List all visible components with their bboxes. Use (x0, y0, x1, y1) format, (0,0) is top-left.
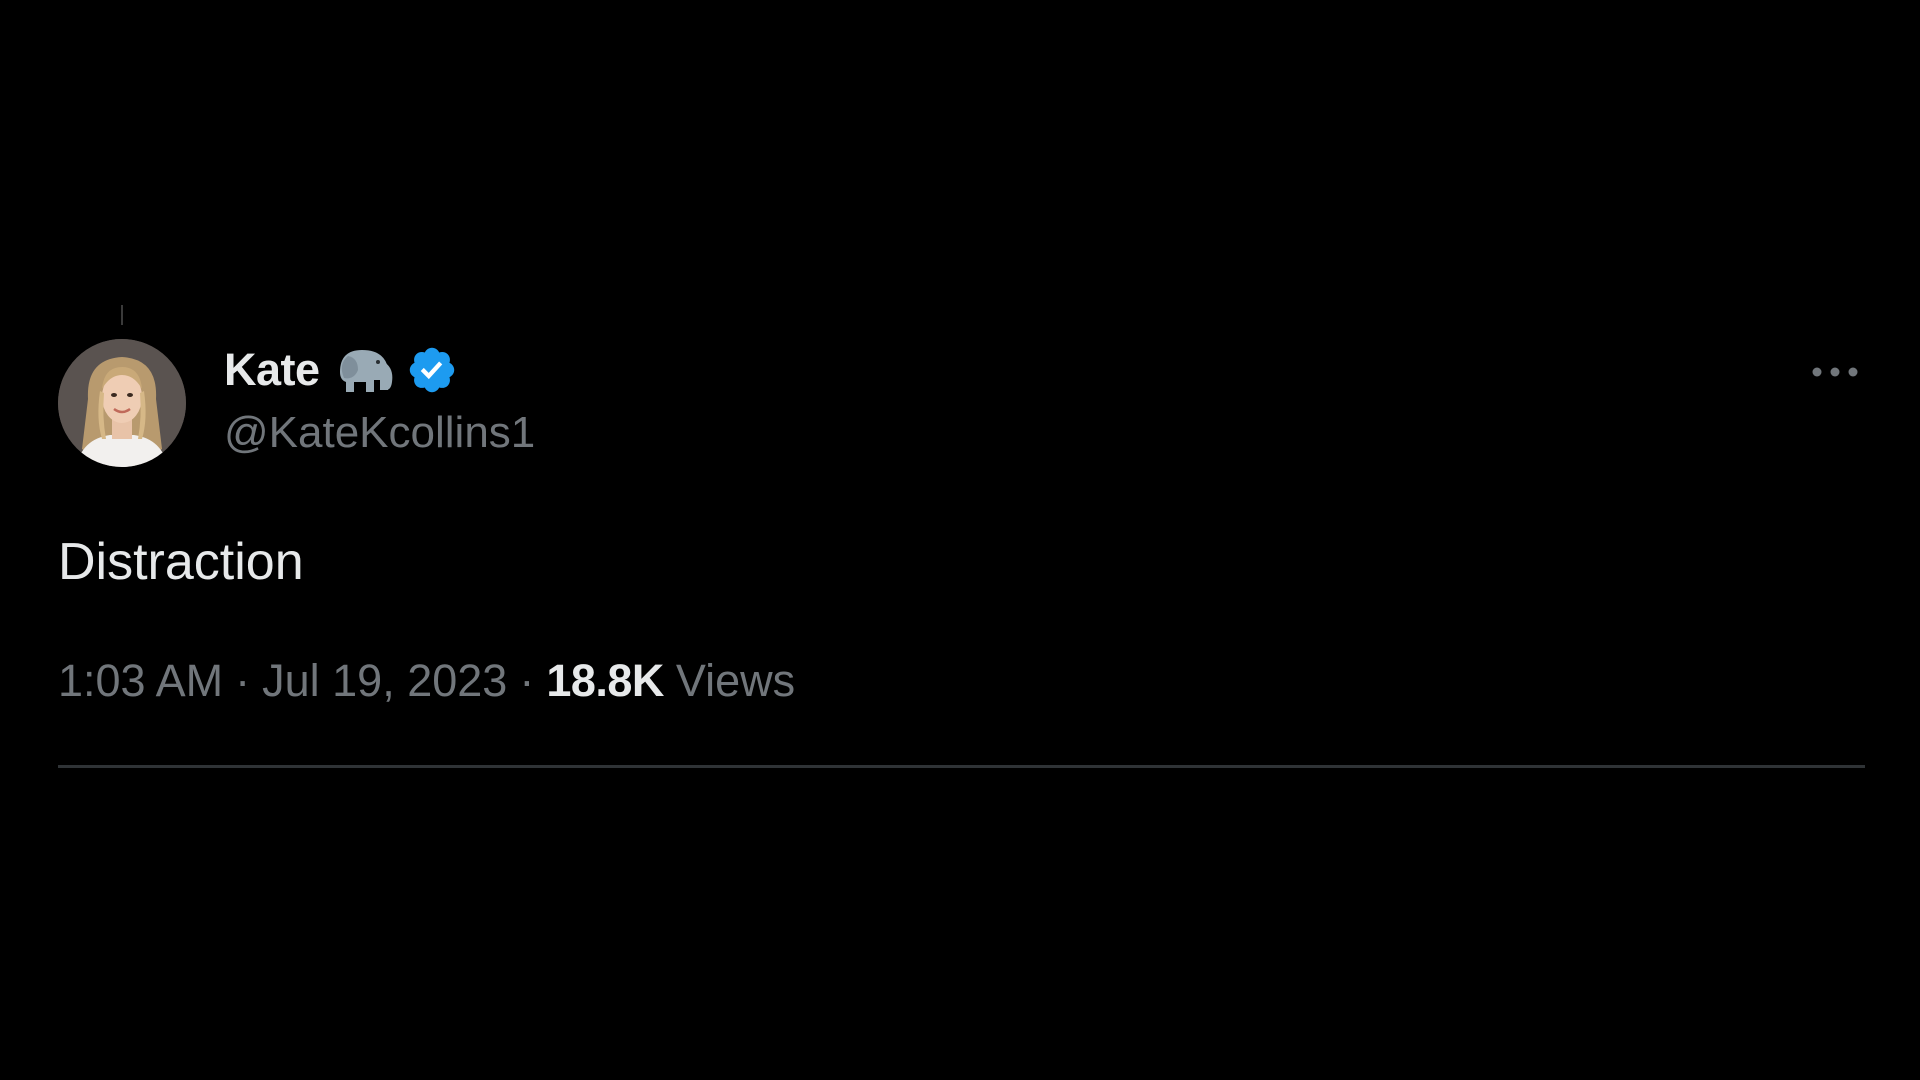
views-count[interactable]: 18.8K (546, 655, 664, 707)
meta-separator: · (519, 655, 535, 706)
author-name-row[interactable]: Kate (224, 340, 458, 400)
author-display-name[interactable]: Kate (224, 344, 320, 396)
tweet-meta: 1:03 AM · Jul 19, 2023 · 18.8K Views (58, 655, 795, 707)
meta-separator: · (235, 655, 251, 706)
tweet-text: Distraction (58, 533, 304, 591)
tweet-date[interactable]: Jul 19, 2023 (262, 655, 507, 707)
author-handle[interactable]: @KateKcollins1 (224, 408, 535, 458)
views-label[interactable]: Views (676, 655, 795, 707)
more-options-icon (1812, 367, 1858, 377)
more-options-button[interactable] (1800, 352, 1870, 392)
divider (58, 765, 1865, 768)
verified-badge-icon[interactable] (406, 344, 458, 396)
tweet-time[interactable]: 1:03 AM (58, 655, 223, 707)
avatar[interactable] (58, 339, 186, 467)
elephant-emoji-icon (334, 342, 396, 398)
tweet-detail: Kate @KateKcollins1 Distraction 1:03 AM … (0, 0, 1920, 1080)
thread-connector-line (121, 305, 123, 325)
